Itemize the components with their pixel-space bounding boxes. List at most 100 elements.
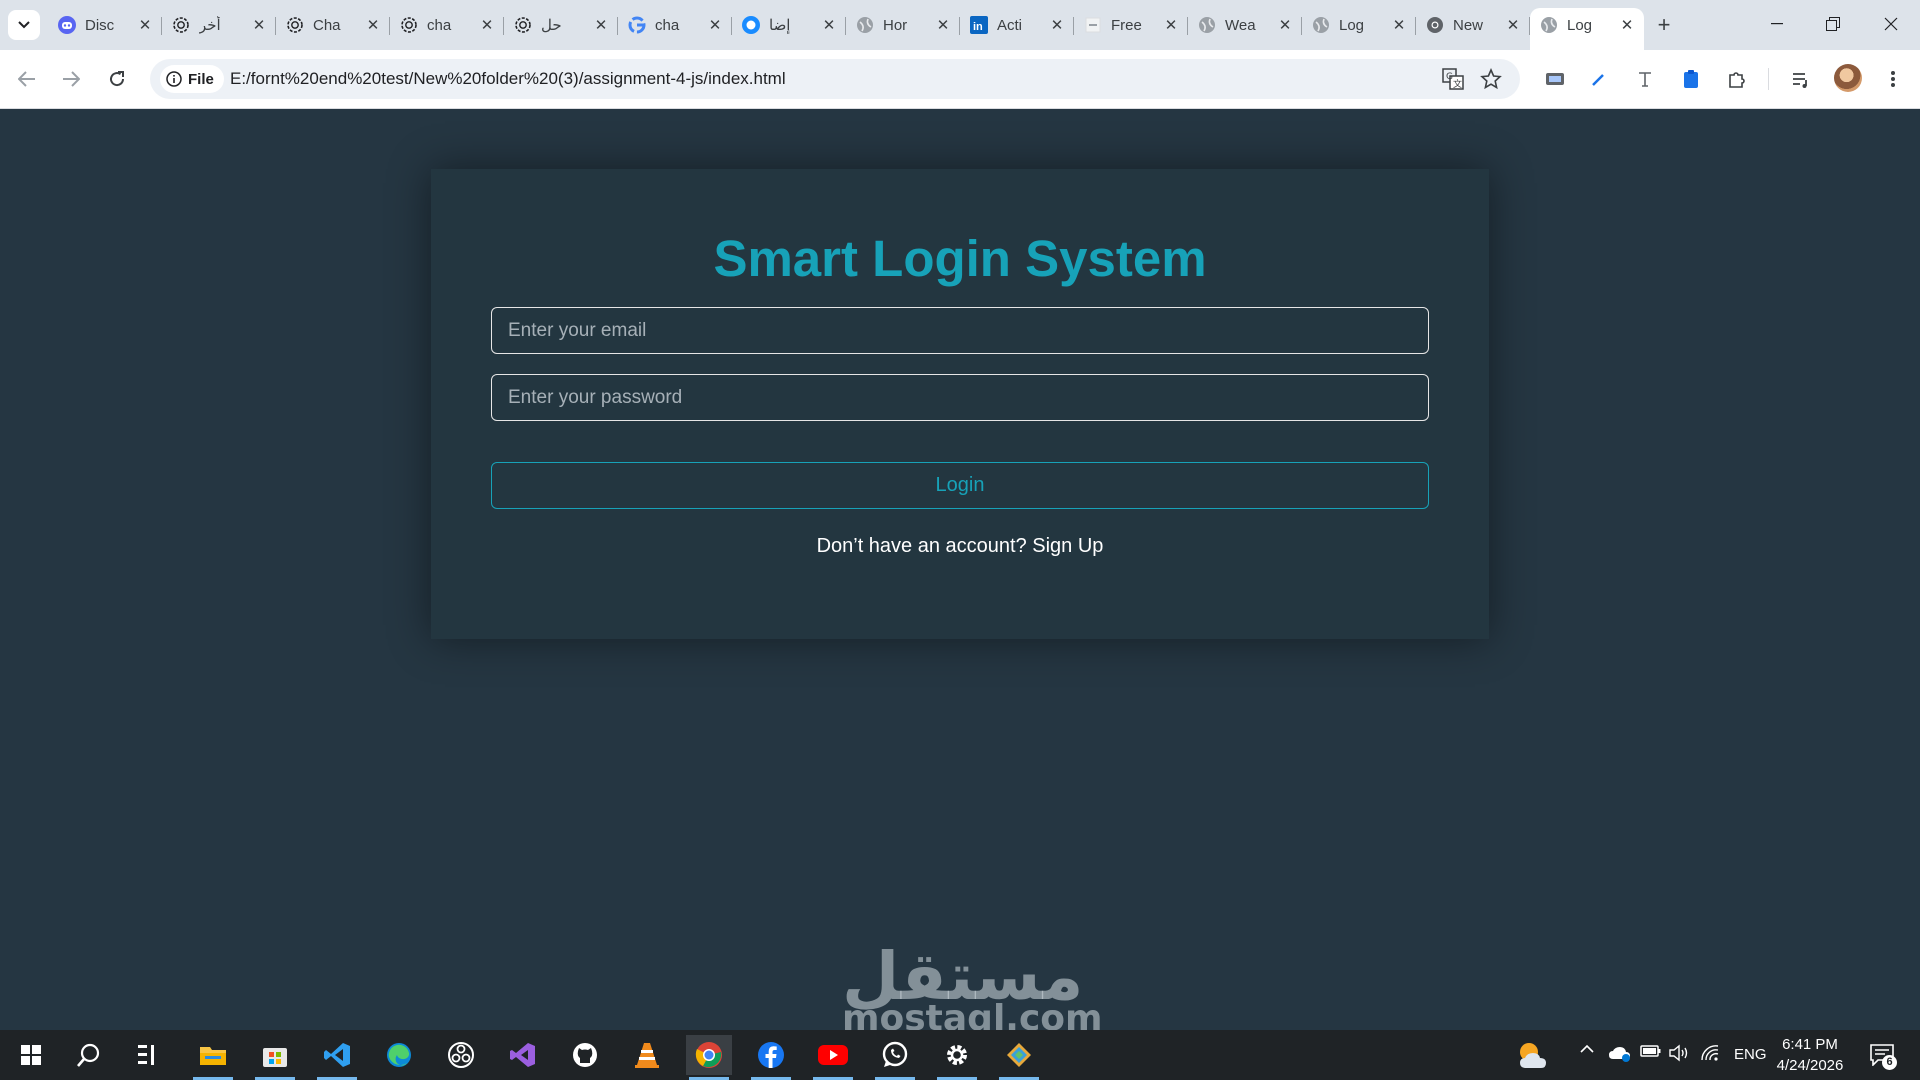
browser-menu-button[interactable] bbox=[1878, 64, 1908, 94]
browser-tab[interactable]: Hor ✕ bbox=[846, 8, 960, 42]
browser-tab[interactable]: Log ✕ bbox=[1302, 8, 1416, 42]
browser-tab[interactable]: Free ✕ bbox=[1074, 8, 1188, 42]
file-explorer-app[interactable] bbox=[190, 1035, 236, 1080]
github-icon bbox=[573, 1043, 597, 1067]
extensions-button[interactable] bbox=[1722, 64, 1752, 94]
start-button[interactable] bbox=[8, 1035, 54, 1075]
taskbar-search-button[interactable] bbox=[66, 1035, 112, 1075]
github-desktop-app[interactable] bbox=[562, 1035, 608, 1075]
notification-center-button[interactable]: 6 bbox=[1868, 1040, 1898, 1070]
password-input[interactable] bbox=[491, 374, 1429, 421]
screen-capture-icon bbox=[1546, 73, 1564, 85]
minimize-button[interactable] bbox=[1754, 6, 1800, 42]
chatgpt-icon bbox=[286, 16, 304, 34]
tab-close-icon[interactable]: ✕ bbox=[592, 16, 610, 34]
weather-widget[interactable] bbox=[1516, 1039, 1550, 1071]
volume-tray-icon[interactable] bbox=[1668, 1044, 1690, 1062]
star-icon bbox=[1480, 68, 1502, 90]
browser-tab[interactable]: in Acti ✕ bbox=[960, 8, 1074, 42]
login-button[interactable]: Login bbox=[491, 462, 1429, 509]
whatsapp-app[interactable] bbox=[872, 1035, 918, 1080]
signup-prompt[interactable]: Don’t have an account? Sign Up bbox=[431, 535, 1489, 558]
media-control-button[interactable] bbox=[1786, 64, 1816, 94]
email-input[interactable] bbox=[491, 307, 1429, 354]
facebook-icon bbox=[758, 1042, 784, 1068]
search-icon bbox=[77, 1043, 100, 1067]
circle-app-icon bbox=[742, 16, 760, 34]
info-icon bbox=[166, 71, 182, 87]
taskbar-clock[interactable]: 6:41 PM 4/24/2026 bbox=[1762, 1034, 1858, 1076]
vlc-cone-icon bbox=[635, 1043, 659, 1068]
browser-tab[interactable]: Log ✕ bbox=[1530, 8, 1644, 50]
tab-close-icon[interactable]: ✕ bbox=[1162, 16, 1180, 34]
battery-icon bbox=[1640, 1045, 1661, 1057]
tab-close-icon[interactable]: ✕ bbox=[1048, 16, 1066, 34]
vscode-app[interactable] bbox=[314, 1035, 360, 1080]
clock-time: 6:41 PM bbox=[1782, 1036, 1838, 1053]
url-text[interactable]: E:/fornt%20end%20test/New%20folder%20(3)… bbox=[230, 69, 786, 89]
edge-app[interactable] bbox=[376, 1035, 422, 1075]
battery-tray-icon[interactable] bbox=[1640, 1044, 1662, 1058]
tab-close-icon[interactable]: ✕ bbox=[1276, 16, 1294, 34]
browser-tab[interactable]: Disc ✕ bbox=[48, 8, 162, 42]
settings-app[interactable] bbox=[934, 1035, 980, 1080]
tab-search-button[interactable] bbox=[8, 10, 40, 40]
tab-close-icon[interactable]: ✕ bbox=[136, 16, 154, 34]
tab-title: cha bbox=[427, 16, 452, 34]
tab-close-icon[interactable]: ✕ bbox=[478, 16, 496, 34]
extension-clipboard-button[interactable] bbox=[1676, 64, 1706, 94]
extension-screen-button[interactable] bbox=[1540, 64, 1570, 94]
windows-logo-icon bbox=[21, 1045, 41, 1065]
browser-tab[interactable]: أخر ✕ bbox=[162, 8, 276, 42]
back-button[interactable] bbox=[12, 64, 42, 94]
close-window-button[interactable] bbox=[1868, 6, 1914, 42]
onedrive-tray-icon[interactable] bbox=[1608, 1044, 1632, 1062]
tab-close-icon[interactable]: ✕ bbox=[934, 16, 952, 34]
reload-button[interactable] bbox=[102, 64, 132, 94]
snipping-tool-app[interactable] bbox=[996, 1035, 1042, 1080]
login-card: Smart Login System Login Don’t have an a… bbox=[431, 169, 1489, 639]
tab-close-icon[interactable]: ✕ bbox=[706, 16, 724, 34]
tab-title: Log bbox=[1567, 16, 1593, 34]
minimize-icon bbox=[1771, 23, 1783, 25]
visual-studio-icon bbox=[510, 1043, 535, 1067]
tab-close-icon[interactable]: ✕ bbox=[364, 16, 382, 34]
bookmark-button[interactable] bbox=[1478, 66, 1504, 92]
browser-tab[interactable]: حل ✕ bbox=[504, 8, 618, 42]
browser-tab[interactable]: cha ✕ bbox=[390, 8, 504, 42]
facebook-app[interactable] bbox=[748, 1035, 794, 1080]
show-hidden-icons-button[interactable] bbox=[1580, 1044, 1594, 1054]
gear-icon bbox=[947, 1045, 967, 1065]
site-info-chip[interactable]: File bbox=[160, 65, 224, 93]
profile-avatar[interactable] bbox=[1834, 64, 1862, 92]
tab-close-icon[interactable]: ✕ bbox=[250, 16, 268, 34]
tab-close-icon[interactable]: ✕ bbox=[1390, 16, 1408, 34]
new-tab-button[interactable]: + bbox=[1652, 12, 1676, 38]
visual-studio-app[interactable] bbox=[500, 1035, 546, 1075]
tab-close-icon[interactable]: ✕ bbox=[1618, 16, 1636, 34]
forward-button[interactable] bbox=[56, 64, 86, 94]
tab-title: Free bbox=[1111, 16, 1142, 34]
browser-tab[interactable]: Cha ✕ bbox=[276, 8, 390, 42]
task-view-button[interactable] bbox=[126, 1035, 172, 1075]
extension-text-button[interactable] bbox=[1630, 64, 1660, 94]
globe-icon bbox=[1540, 16, 1558, 34]
youtube-app[interactable] bbox=[810, 1035, 856, 1080]
browser-tab[interactable]: New ✕ bbox=[1416, 8, 1530, 42]
tab-close-icon[interactable]: ✕ bbox=[1504, 16, 1522, 34]
chrome-app[interactable] bbox=[686, 1035, 732, 1080]
microsoft-store-app[interactable] bbox=[252, 1035, 298, 1080]
translate-button[interactable]: G文 bbox=[1440, 66, 1466, 92]
tab-close-icon[interactable]: ✕ bbox=[820, 16, 838, 34]
wifi-tray-icon[interactable] bbox=[1700, 1044, 1720, 1062]
browser-tab[interactable]: إضا ✕ bbox=[732, 8, 846, 42]
restore-button[interactable] bbox=[1810, 6, 1856, 42]
browser-tab[interactable]: cha ✕ bbox=[618, 8, 732, 42]
obs-app[interactable] bbox=[438, 1035, 484, 1075]
vlc-app[interactable] bbox=[624, 1035, 670, 1075]
extension-pen-button[interactable] bbox=[1584, 64, 1614, 94]
tab-title: cha bbox=[655, 16, 680, 34]
browser-tab[interactable]: Wea ✕ bbox=[1188, 8, 1302, 42]
address-bar[interactable]: File E:/fornt%20end%20test/New%20folder%… bbox=[150, 59, 1520, 99]
tab-title: إضا bbox=[769, 17, 791, 34]
